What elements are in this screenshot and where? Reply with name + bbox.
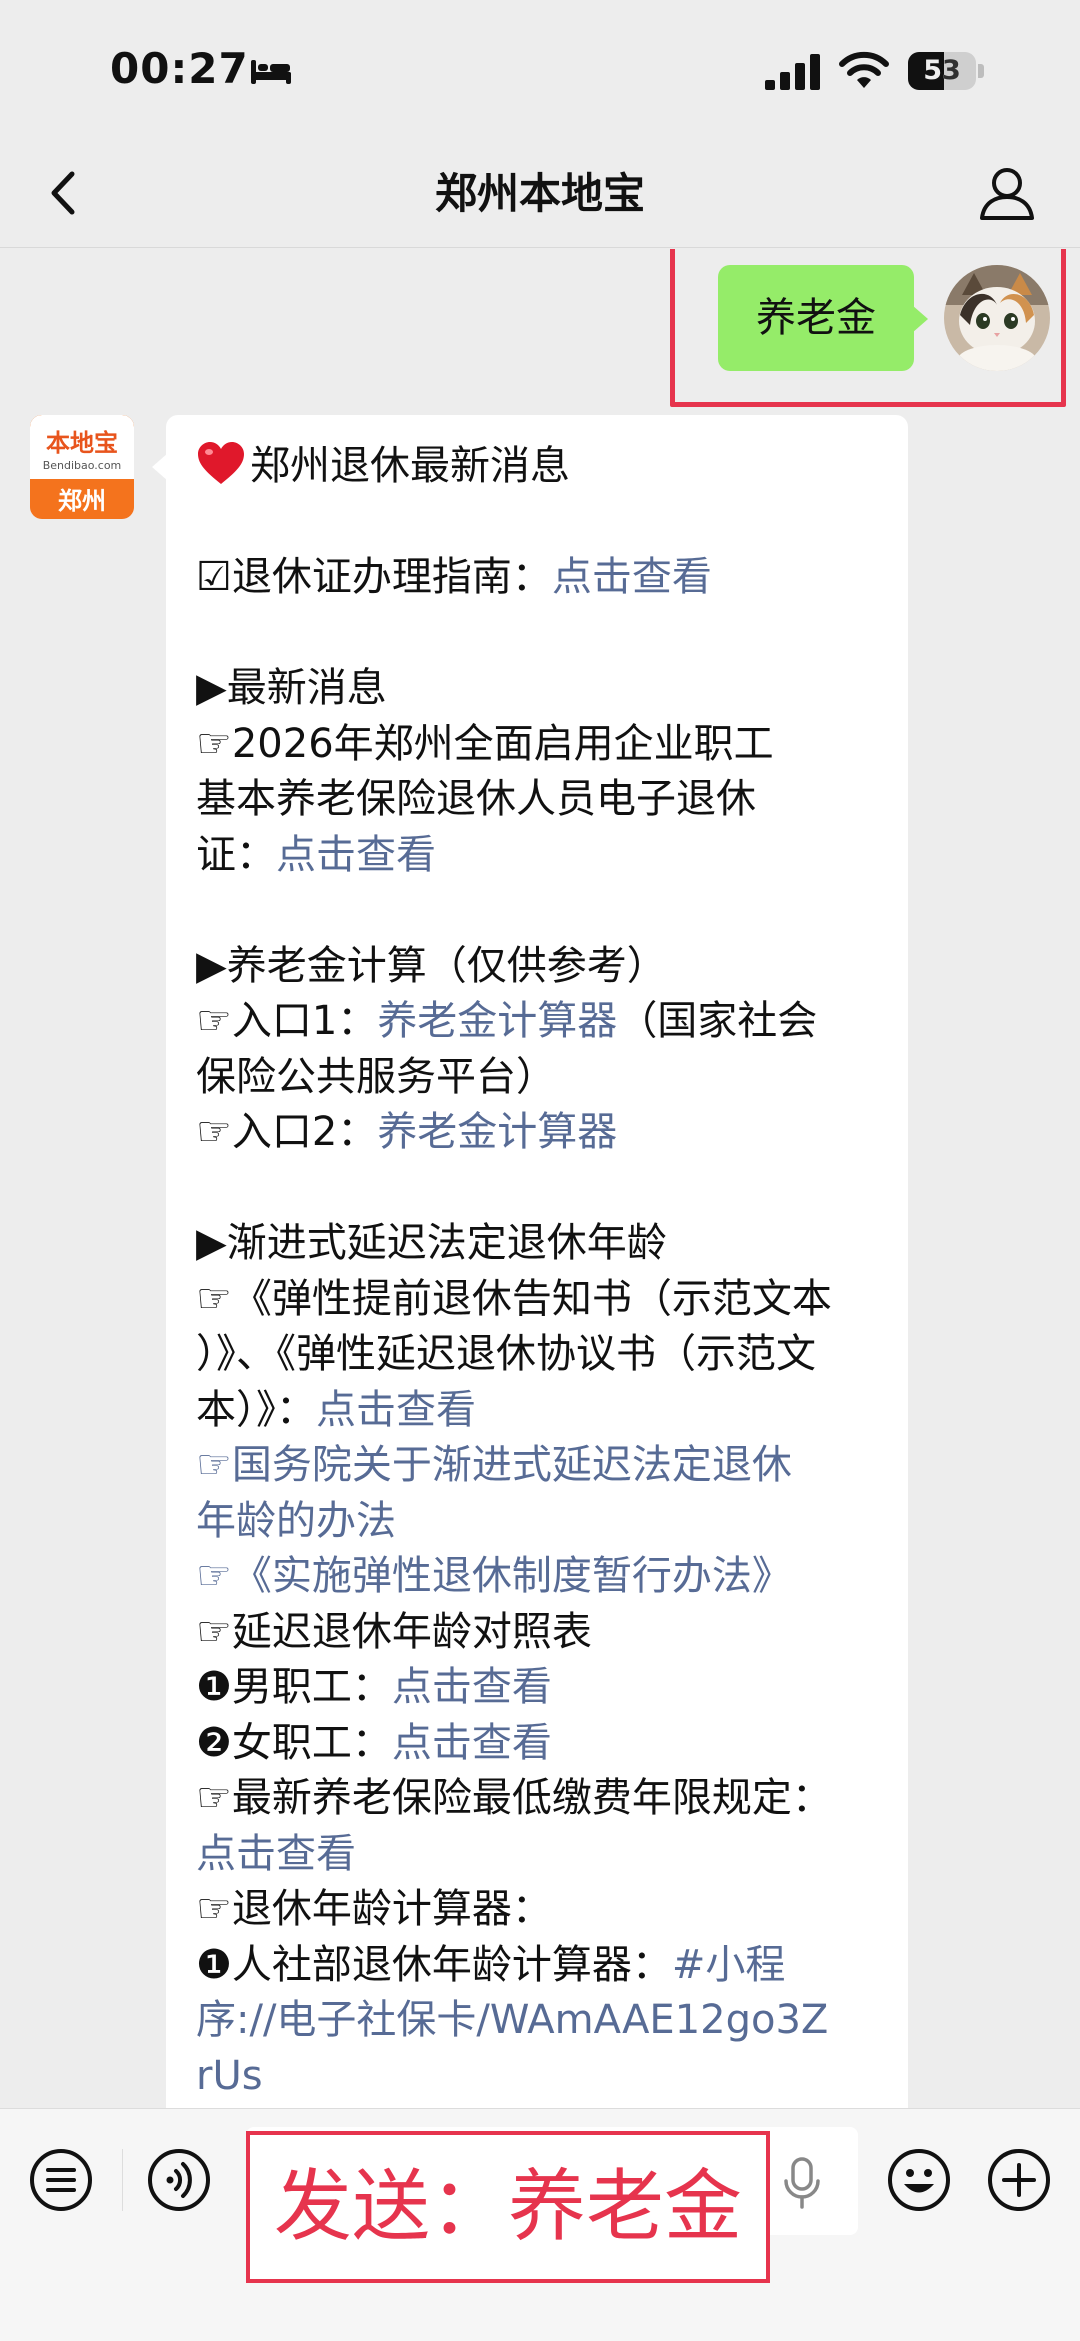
send-instruction-annotation: 发送：养老金 xyxy=(246,2131,770,2283)
pension-entry2-link[interactable]: 养老金计算器 xyxy=(377,1109,617,1155)
guide-line: ☑退休证办理指南：点击查看 xyxy=(196,550,878,606)
reply-title-line: 郑州退休最新消息 xyxy=(196,439,878,495)
outgoing-message-row: 养老金 xyxy=(0,249,1080,419)
female-label: ❷女职工： xyxy=(196,1719,392,1766)
chat-messages[interactable]: 养老金 本地宝 Bendibao.com 郑州 郑州退休最新消息 ☑退休证办理指… xyxy=(0,249,1080,2109)
mohrss-calc-link[interactable]: #小程 xyxy=(672,1942,786,1988)
battery-nub xyxy=(978,64,984,78)
state-council-link-line1[interactable]: ☞国务院关于渐进式延迟法定退休 xyxy=(196,1438,878,1494)
news-item-text: 证： xyxy=(196,831,276,878)
state-council-link-line2[interactable]: 年龄的办法 xyxy=(196,1494,878,1550)
chat-screen: 00:27 53 郑州本地宝 养老金 本地宝 Bendibao.com 郑州 郑… xyxy=(0,0,1080,2341)
incoming-message-bubble[interactable]: 郑州退休最新消息 ☑退休证办理指南：点击查看 ▶最新消息 ☞2026年郑州全面启… xyxy=(152,415,908,2109)
nav-bar: 郑州本地宝 xyxy=(0,140,1080,248)
female-line: ❷女职工：点击查看 xyxy=(196,1716,878,1772)
pension-calc-heading: ▶养老金计算（仅供参考） xyxy=(196,942,667,989)
female-link[interactable]: 点击查看 xyxy=(392,1720,552,1766)
news-item-link[interactable]: 点击查看 xyxy=(276,832,436,878)
flexible-retirement-bullet: ☞ xyxy=(196,1553,232,1599)
bed-icon xyxy=(251,60,291,84)
male-link[interactable]: 点击查看 xyxy=(392,1664,552,1710)
retirement-doc-text: 本）》： xyxy=(196,1386,316,1433)
battery-level: 53 xyxy=(923,55,961,86)
retirement-doc-line2: ）》、《弹性延迟退休协议书（示范文 xyxy=(196,1331,816,1377)
bendibao-logo-city: 郑州 xyxy=(58,487,106,515)
retirement-age-heading: ▶渐进式延迟法定退休年龄 xyxy=(196,1220,667,1266)
flexible-retirement-link[interactable]: 《实施弹性退休制度暂行办法》 xyxy=(232,1553,792,1599)
news-item-line2: 基本养老保险退休人员电子退休 xyxy=(196,776,756,822)
battery-body: 53 xyxy=(908,52,976,90)
mohrss-calc-label: ❶人社部退休年龄计算器： xyxy=(196,1941,672,1988)
pension-entry2-line: ☞入口2：养老金计算器 xyxy=(196,1105,878,1161)
bendibao-logo-url: Bendibao.com xyxy=(42,459,122,472)
min-years-line: ☞最新养老保险最低缴费年限规定： xyxy=(196,1775,832,1821)
pension-entry1-label: ☞入口1： xyxy=(196,998,378,1044)
state-council-link[interactable]: 国务院关于渐进式延迟法定退休 xyxy=(232,1442,792,1488)
pension-entry2-label: ☞入口2： xyxy=(196,1109,378,1155)
age-calculator-line: ☞退休年龄计算器： xyxy=(196,1886,552,1932)
pension-entry1-line2: 保险公共服务平台） xyxy=(196,1053,556,1100)
input-bar: 发送：养老金 xyxy=(0,2108,1080,2341)
input-divider xyxy=(122,2149,123,2211)
state-council-bullet: ☞ xyxy=(196,1442,232,1488)
status-bar: 00:27 53 xyxy=(0,0,1080,140)
retirement-doc-line3: 本）》：点击查看 xyxy=(196,1383,878,1439)
pension-entry1-line: ☞入口1：养老金计算器（国家社会 xyxy=(196,994,878,1050)
news-item-line1: ☞2026年郑州全面启用企业职工 xyxy=(196,720,774,767)
mohrss-calc-line: ❶人社部退休年龄计算器：#小程 xyxy=(196,1938,878,1994)
wifi-icon xyxy=(839,51,889,88)
retirement-doc-line1: ☞《弹性提前退休告知书（示范文本 xyxy=(196,1275,832,1322)
pension-entry1-suffix: （国家社会 xyxy=(617,998,818,1044)
male-label: ❶男职工： xyxy=(196,1664,392,1710)
plus-circle-icon[interactable] xyxy=(986,2147,1052,2213)
status-time: 00:27 xyxy=(110,44,249,93)
age-table-line: ☞延迟退休年龄对照表 xyxy=(196,1608,592,1655)
smiley-icon[interactable] xyxy=(886,2147,952,2213)
menu-list-icon[interactable] xyxy=(28,2147,94,2213)
flexible-retirement-link-line[interactable]: ☞《实施弹性退休制度暂行办法》 xyxy=(196,1549,878,1605)
news-item-line3: 证：点击查看 xyxy=(196,828,878,884)
heart-icon xyxy=(198,442,244,484)
bendibao-avatar[interactable]: 本地宝 Bendibao.com 郑州 xyxy=(30,415,134,519)
mohrss-calc-link-line2[interactable]: 序://电子社保卡/WAmAAE12go3Z xyxy=(196,1993,878,2049)
pension-entry1-link[interactable]: 养老金计算器 xyxy=(377,998,617,1044)
reply-title: 郑州退休最新消息 xyxy=(250,443,570,489)
male-line: ❶男职工：点击查看 xyxy=(196,1660,878,1716)
mohrss-calc-link-line3[interactable]: rUs xyxy=(196,2049,878,2105)
chat-title: 郑州本地宝 xyxy=(434,169,645,218)
voice-wave-icon[interactable] xyxy=(146,2147,212,2213)
person-icon[interactable] xyxy=(972,158,1042,228)
battery-icon: 53 xyxy=(908,52,984,90)
cellular-signal-icon xyxy=(765,54,820,90)
min-years-link[interactable]: 点击查看 xyxy=(196,1827,878,1883)
microphone-icon[interactable] xyxy=(780,2157,824,2209)
news-heading: ▶最新消息 xyxy=(196,665,387,711)
annotation-highlight-box xyxy=(670,249,1066,407)
guide-link[interactable]: 点击查看 xyxy=(552,554,712,600)
bendibao-logo-text: 本地宝 xyxy=(46,428,118,457)
retirement-doc-link[interactable]: 点击查看 xyxy=(316,1387,476,1433)
guide-label: ☑退休证办理指南： xyxy=(196,554,552,600)
